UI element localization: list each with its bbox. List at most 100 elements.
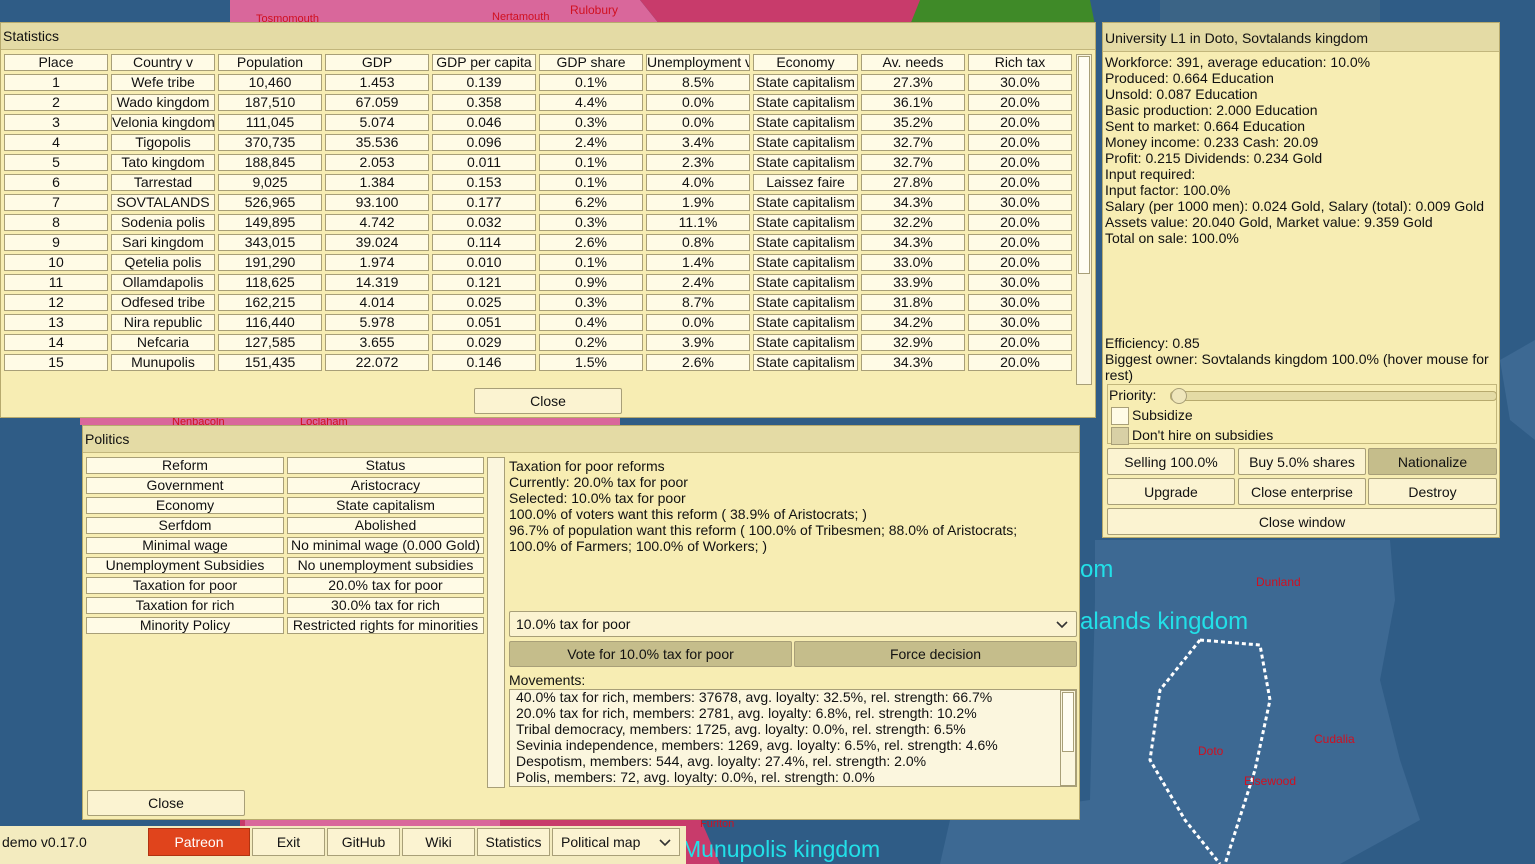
statistics-table-cell: 0.2% [539,334,643,351]
statistics-table-cell: 0.046 [432,114,536,131]
statistics-button[interactable]: Statistics [477,828,550,856]
reform-name-button[interactable]: Government [86,477,284,494]
statistics-table-cell: 10 [4,254,108,271]
enterprise-title: University L1 in Doto, Sovtalands kingdo… [1103,23,1499,52]
reform-name-button[interactable]: Serfdom [86,517,284,534]
statistics-table-cell: 0.121 [432,274,536,291]
reform-list-scrollbar[interactable] [487,457,505,788]
statistics-column-header[interactable]: Population [218,54,322,71]
statistics-table-cell: 8 [4,214,108,231]
statistics-column-header[interactable]: Country v [111,54,215,71]
statistics-table-cell: 2.6% [539,234,643,251]
statistics-table-cell: 11.1% [646,214,750,231]
buy-shares-button[interactable]: Buy 5.0% shares [1238,448,1366,475]
statistics-column-header[interactable]: Unemployment v [646,54,750,71]
enterprise-info-line: Sent to market: 0.664 Education [1105,118,1306,134]
reform-status-button[interactable]: Abolished [287,517,484,534]
reform-status-button[interactable]: Restricted rights for minorities [287,617,484,634]
statistics-table-cell: 0.011 [432,154,536,171]
statistics-table-cell: Munupolis [111,354,215,371]
statistics-column-header[interactable]: Place [4,54,108,71]
close-enterprise-button[interactable]: Close enterprise [1238,478,1366,505]
statistics-close-button[interactable]: Close [474,388,622,414]
politics-close-button[interactable]: Close [87,790,245,816]
priority-slider[interactable] [1170,388,1497,404]
close-window-button[interactable]: Close window [1107,508,1497,535]
force-decision-button[interactable]: Force decision [794,641,1077,667]
statistics-table-cell: 127,585 [218,334,322,351]
statistics-table-cell: 3.9% [646,334,750,351]
statistics-table-cell: 20.0% [968,134,1072,151]
subsidize-checkbox[interactable] [1111,407,1129,425]
statistics-column-header[interactable]: Av. needs [861,54,965,71]
reform-option-dropdown[interactable]: 10.0% tax for poor [509,611,1077,637]
statistics-table-cell: Velonia kingdom [111,114,215,131]
movements-list[interactable]: 40.0% tax for rich, members: 37678, avg.… [509,689,1077,787]
statistics-column-header[interactable]: GDP per capita [432,54,536,71]
reform-status-button[interactable]: No minimal wage (0.000 Gold) [287,537,484,554]
statistics-table-cell: 14 [4,334,108,351]
statistics-column-header[interactable]: Economy [753,54,858,71]
statistics-column-header[interactable]: Rich tax [968,54,1072,71]
upgrade-button[interactable]: Upgrade [1107,478,1235,505]
reform-status-button[interactable]: No unemployment subsidies [287,557,484,574]
reform-status-button[interactable]: State capitalism [287,497,484,514]
movement-item[interactable]: Sevinia independence, members: 1269, avg… [516,737,998,753]
map-country-label: alands kingdom [1080,608,1249,635]
map-mode-dropdown[interactable]: Political map [552,828,680,856]
statistics-window[interactable]: Statistics Place Country v Population GDP GD… [0,22,1096,418]
exit-button[interactable]: Exit [252,828,325,856]
statistics-table-cell: State capitalism [753,114,858,131]
patreon-button[interactable]: Patreon [148,828,250,856]
nationalize-button[interactable]: Nationalize [1368,448,1497,475]
enterprise-info-line: Basic production: 2.000 Education [1105,102,1318,118]
scrollbar-thumb[interactable] [1062,692,1074,752]
statistics-table-cell: State capitalism [753,254,858,271]
statistics-table-cell: Sodenia polis [111,214,215,231]
reform-name-button[interactable]: Minimal wage [86,537,284,554]
reform-name-button[interactable]: Taxation for rich [86,597,284,614]
statistics-table-cell: 35.2% [861,114,965,131]
reform-name-button[interactable]: Unemployment Subsidies [86,557,284,574]
statistics-table-cell: 0.025 [432,294,536,311]
biggest-owner-text[interactable]: Biggest owner: Sovtalands kingdom 100.0%… [1105,351,1489,367]
github-button[interactable]: GitHub [327,828,400,856]
dropdown-selected-value: 10.0% tax for poor [516,616,631,632]
statistics-column-header[interactable]: GDP share [539,54,643,71]
statistics-scrollbar[interactable] [1076,54,1092,385]
statistics-table-cell: 32.7% [861,154,965,171]
statistics-table-cell: 188,845 [218,154,322,171]
reform-status-button[interactable]: 30.0% tax for rich [287,597,484,614]
movement-item[interactable]: 40.0% tax for rich, members: 37678, avg.… [516,690,992,705]
statistics-table-cell: 1.5% [539,354,643,371]
dont-hire-checkbox[interactable] [1111,427,1129,445]
movement-item[interactable]: Despotism, members: 544, avg. loyalty: 2… [516,753,926,769]
statistics-column-header[interactable]: GDP [325,54,429,71]
statistics-table-cell: 0.096 [432,134,536,151]
priority-slider-handle[interactable] [1171,388,1187,404]
vote-button[interactable]: Vote for 10.0% tax for poor [509,641,792,667]
reform-name-button[interactable]: Economy [86,497,284,514]
movements-scrollbar[interactable] [1060,690,1076,786]
destroy-button[interactable]: Destroy [1368,478,1497,505]
statistics-table-cell: 149,895 [218,214,322,231]
statistics-table-cell: 39.024 [325,234,429,251]
statistics-table-cell: 2 [4,94,108,111]
movement-item[interactable]: 20.0% tax for rich, members: 2781, avg. … [516,705,977,721]
statistics-table-cell: 20.0% [968,154,1072,171]
reform-name-button[interactable]: Minority Policy [86,617,284,634]
statistics-table-cell: Tarrestad [111,174,215,191]
movement-item[interactable]: Polis, members: 72, avg. loyalty: 0.0%, … [516,769,875,785]
wiki-button[interactable]: Wiki [402,828,475,856]
enterprise-window[interactable]: University L1 in Doto, Sovtalands kingdo… [1102,22,1500,538]
scrollbar-thumb[interactable] [1078,56,1090,274]
reform-status-button[interactable]: 20.0% tax for poor [287,577,484,594]
politics-window[interactable]: Politics Reform Status Government Aristoc… [82,425,1080,820]
selling-button[interactable]: Selling 100.0% [1107,448,1235,475]
statistics-table-cell: 0.146 [432,354,536,371]
reform-status-button[interactable]: Aristocracy [287,477,484,494]
movement-item[interactable]: Tribal democracy, members: 1725, avg. lo… [516,721,966,737]
reform-name-button[interactable]: Taxation for poor [86,577,284,594]
statistics-table-cell: 4.014 [325,294,429,311]
statistics-table-cell: State capitalism [753,154,858,171]
